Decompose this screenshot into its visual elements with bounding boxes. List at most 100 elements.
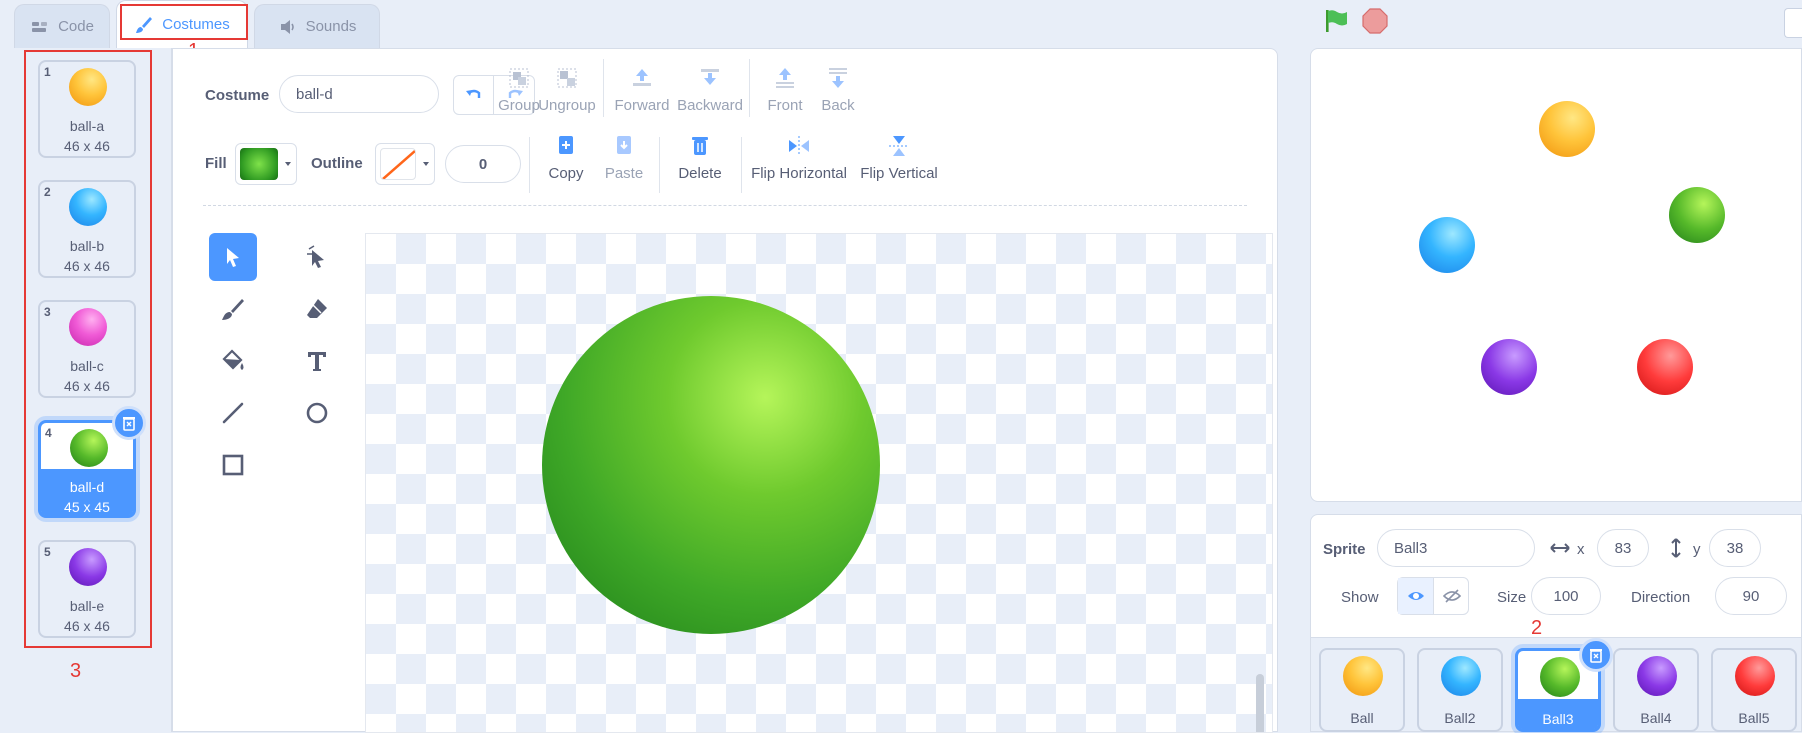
line-icon xyxy=(222,402,244,424)
sprite-thumbnail xyxy=(1540,657,1580,697)
sprite-tile-ball[interactable]: Ball xyxy=(1319,648,1405,732)
outline-color-picker[interactable] xyxy=(375,143,435,185)
stage-sprite-ball5[interactable] xyxy=(1637,339,1693,395)
speaker-icon xyxy=(280,19,294,34)
rectangle-tool[interactable] xyxy=(209,441,257,489)
copy-icon xyxy=(559,136,573,154)
forward-label: Forward xyxy=(614,97,670,114)
circle-icon xyxy=(306,402,328,424)
canvas-scrollbar[interactable] xyxy=(1256,674,1264,732)
toolbar-divider xyxy=(659,137,660,193)
sprite-tile-ball2[interactable]: Ball2 xyxy=(1417,648,1503,732)
trash-icon xyxy=(692,137,708,155)
show-hidden-button[interactable] xyxy=(1434,578,1470,614)
fill-label: Fill xyxy=(205,155,227,172)
show-label: Show xyxy=(1341,589,1379,606)
horizontal-arrow-icon xyxy=(1550,543,1570,553)
brush-tool[interactable] xyxy=(209,285,257,333)
delete-sprite-button[interactable] xyxy=(1579,638,1613,672)
fill-color-picker[interactable] xyxy=(235,143,297,185)
copy-button[interactable]: Copy xyxy=(535,133,597,182)
annotation-number-2: 2 xyxy=(1531,617,1543,639)
paste-button[interactable]: Paste xyxy=(593,133,655,182)
reshape-icon xyxy=(307,245,324,268)
stage-sprite-ball4[interactable] xyxy=(1481,339,1537,395)
ungroup-button[interactable]: Ungroup xyxy=(531,65,603,114)
stop-button[interactable] xyxy=(1360,6,1390,36)
back-icon xyxy=(829,68,847,88)
eraser-icon xyxy=(307,299,327,318)
back-button[interactable]: Back xyxy=(813,65,863,114)
sprite-name: Ball2 xyxy=(1444,710,1476,726)
fill-tool[interactable] xyxy=(209,337,257,385)
backward-label: Backward xyxy=(677,97,743,114)
sprite-tile-ball4[interactable]: Ball4 xyxy=(1613,648,1699,732)
sprite-thumbnail xyxy=(1343,656,1383,696)
sprite-thumbnail xyxy=(1735,656,1775,696)
line-tool[interactable] xyxy=(209,389,257,437)
flip-vertical-icon xyxy=(889,136,909,156)
costume-name-input[interactable]: ball-d xyxy=(279,75,439,113)
stage-sprite-ball3[interactable] xyxy=(1669,187,1725,243)
sprite-label: Sprite xyxy=(1323,541,1366,558)
sprite-name: Ball3 xyxy=(1542,711,1574,727)
costume-drawing[interactable] xyxy=(542,296,880,634)
stage[interactable] xyxy=(1310,48,1802,502)
toolbar-divider xyxy=(529,137,530,193)
eraser-tool[interactable] xyxy=(293,285,341,333)
green-flag-button[interactable] xyxy=(1322,6,1352,36)
delete-label: Delete xyxy=(678,165,722,182)
backward-icon xyxy=(701,69,719,85)
front-icon xyxy=(776,68,794,88)
show-toggle xyxy=(1397,577,1469,615)
toolbar-separator xyxy=(203,205,1247,206)
direction-input[interactable]: 90 xyxy=(1715,577,1787,615)
backward-button[interactable]: Backward xyxy=(673,65,747,114)
stage-sprite-ball2[interactable] xyxy=(1419,217,1475,273)
circle-tool[interactable] xyxy=(293,389,341,437)
vertical-arrow-icon xyxy=(1671,538,1681,558)
toolbar-divider xyxy=(749,59,750,117)
front-label: Front xyxy=(767,97,803,114)
forward-icon xyxy=(633,69,651,86)
chevron-down-icon xyxy=(285,162,291,166)
toolbar-divider xyxy=(741,137,742,193)
x-position-input[interactable]: 83 xyxy=(1597,529,1649,567)
sprite-name: Ball xyxy=(1350,710,1374,726)
sprite-thumbnail xyxy=(1637,656,1677,696)
y-position-input[interactable]: 38 xyxy=(1709,529,1761,567)
group-icon xyxy=(509,68,529,88)
direction-label: Direction xyxy=(1631,589,1691,606)
text-icon xyxy=(308,352,326,371)
sprite-name-input[interactable]: Ball3 xyxy=(1377,529,1535,567)
show-visible-button[interactable] xyxy=(1398,578,1434,614)
tab-sounds[interactable]: Sounds xyxy=(254,4,380,48)
back-label: Back xyxy=(821,97,855,114)
undo-button[interactable] xyxy=(454,76,494,114)
front-button[interactable]: Front xyxy=(757,65,813,114)
costume-list[interactable]: 1 ball-a 46 x 46 2 ball-b 46 x 46 3 ball… xyxy=(0,48,172,732)
tab-code[interactable]: Code xyxy=(14,4,110,48)
flip-vertical-button[interactable]: Flip Vertical xyxy=(853,133,945,182)
sprite-name: Ball5 xyxy=(1738,710,1770,726)
size-input[interactable]: 100 xyxy=(1531,577,1601,615)
select-tool[interactable] xyxy=(209,233,257,281)
stage-sprite-ball[interactable] xyxy=(1539,101,1595,157)
stage-size-toggle[interactable] xyxy=(1784,8,1802,38)
sprite-name: Ball4 xyxy=(1640,710,1672,726)
paint-canvas[interactable] xyxy=(365,233,1273,733)
reshape-tool[interactable] xyxy=(293,233,341,281)
delete-button[interactable]: Delete xyxy=(665,133,735,182)
text-tool[interactable] xyxy=(293,337,341,385)
stop-icon xyxy=(1362,8,1388,34)
sprite-tile-ball5[interactable]: Ball5 xyxy=(1711,648,1797,732)
outline-width-input[interactable]: 0 xyxy=(445,145,521,183)
outline-swatch xyxy=(380,148,416,180)
forward-button[interactable]: Forward xyxy=(609,65,675,114)
flip-horizontal-button[interactable]: Flip Horizontal xyxy=(747,133,851,182)
annotation-box-3 xyxy=(24,50,152,648)
ungroup-icon xyxy=(557,68,577,88)
costume-label: Costume xyxy=(205,87,270,104)
tab-sounds-label: Sounds xyxy=(305,18,357,35)
paste-label: Paste xyxy=(604,165,644,182)
